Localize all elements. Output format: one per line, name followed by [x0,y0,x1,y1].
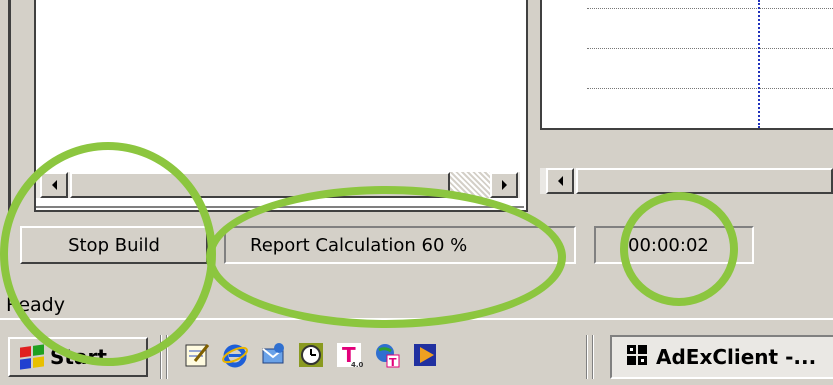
windows-logo-icon [20,344,44,370]
arrow-right-icon [501,180,507,190]
t-online-icon[interactable]: T 4.0 [334,340,364,370]
left-horizontal-scrollbar[interactable] [36,172,520,198]
grid-line [587,48,833,49]
right-horizontal-scrollbar[interactable] [540,168,833,194]
clock-icon[interactable] [296,340,326,370]
scroll-right-button[interactable] [490,172,518,198]
taskbar-separator [586,335,588,379]
left-pane-frame [8,0,30,212]
app-grid-icon [626,344,648,371]
report-progress-panel: Report Calculation 60 % [224,226,576,264]
svg-text:T: T [389,356,397,369]
stop-build-button[interactable]: Stop Build [20,226,208,264]
elapsed-time-text: 00:00:02 [628,234,709,256]
grid-vertical-line [758,0,760,128]
grid-line [587,88,833,89]
elapsed-time-panel: 00:00:02 [594,226,754,264]
status-ready-text: Ready [6,294,65,316]
stop-build-label: Stop Build [68,234,160,256]
start-label: Start [50,345,107,369]
arrow-left-icon [557,176,563,186]
taskbar-button-label: AdExClient -... [656,345,817,369]
taskbar-button-adexclient[interactable]: AdExClient -... [610,335,833,379]
svg-text:4.0: 4.0 [351,361,363,369]
right-pane-gutter [540,130,833,160]
outlook-icon[interactable] [258,340,288,370]
chart-grid-pane [540,0,833,130]
taskbar-separator [166,335,168,379]
taskbar-separator [592,335,594,379]
scroll-left-button[interactable] [40,172,68,198]
taskbar-separator [160,335,162,379]
arrow-left-icon [51,180,57,190]
scroll-thumb[interactable] [576,168,833,194]
grid-line [587,8,833,9]
scroll-thumb[interactable] [70,172,450,198]
report-progress-text: Report Calculation 60 % [250,234,468,256]
scroll-track[interactable] [450,172,490,198]
start-button[interactable]: Start [8,337,148,377]
globe-t-icon[interactable]: T [372,340,402,370]
left-pane-bottom-edge [36,200,524,208]
media-player-icon[interactable] [410,340,440,370]
notepad-icon[interactable] [182,340,212,370]
internet-explorer-icon[interactable] [220,340,250,370]
scroll-left-button[interactable] [546,168,574,194]
